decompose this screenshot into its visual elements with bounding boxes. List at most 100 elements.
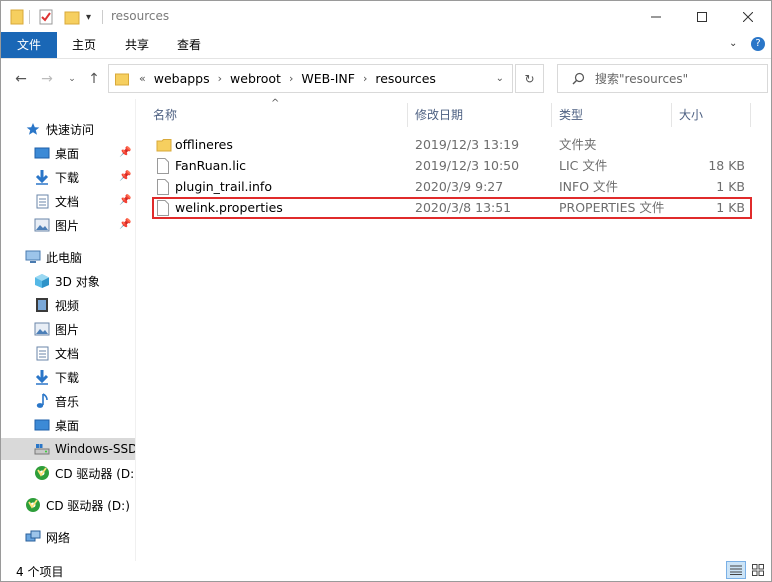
sidebar-item-downloads[interactable]: 下载 xyxy=(34,166,79,188)
crumb-webapps[interactable]: webapps xyxy=(154,71,210,86)
crumb-resources[interactable]: resources xyxy=(375,71,436,86)
file-modified: 2019/12/3 10:50 xyxy=(415,158,520,173)
column-type[interactable]: 类型 xyxy=(551,101,671,129)
crumb-web-inf[interactable]: WEB-INF xyxy=(301,71,355,86)
sidebar-item-cd-drive[interactable]: CD 驱动器 (D: xyxy=(34,462,134,484)
desktop-icon xyxy=(34,145,50,161)
file-name: offlineres xyxy=(175,137,233,152)
sidebar-item-cd-drive-root[interactable]: CD 驱动器 (D:) xyxy=(25,494,130,516)
picture-icon xyxy=(34,217,50,233)
pane-splitter[interactable] xyxy=(135,99,136,561)
sidebar-item-network[interactable]: 网络 xyxy=(25,526,70,548)
sidebar-item-pictures-pc[interactable]: 图片 xyxy=(34,318,79,340)
sidebar-item-documents-pc[interactable]: 文档 xyxy=(34,342,79,364)
tab-share[interactable]: 共享 xyxy=(114,32,160,58)
star-icon xyxy=(25,121,41,137)
large-icons-view-button[interactable] xyxy=(748,561,768,579)
new-folder-icon[interactable] xyxy=(64,8,80,26)
recent-locations-icon[interactable]: ⌄ xyxy=(63,70,81,88)
folder-icon xyxy=(156,137,172,156)
crumb-webroot[interactable]: webroot xyxy=(230,71,281,86)
chevron-right-icon[interactable]: › xyxy=(289,72,293,85)
file-icon xyxy=(157,158,169,177)
address-bar[interactable]: « webapps › webroot › WEB-INF › resource… xyxy=(108,64,513,93)
file-type: LIC 文件 xyxy=(559,158,608,173)
folder-icon xyxy=(10,8,24,26)
back-button[interactable]: ← xyxy=(12,70,30,88)
chevron-right-icon[interactable]: › xyxy=(363,72,367,85)
status-bar: 4 个项目 xyxy=(1,559,771,581)
address-row: ← → ⌄ ↑ « webapps › webroot › WEB-INF › … xyxy=(1,59,771,99)
document-icon xyxy=(34,345,50,361)
tab-view[interactable]: 查看 xyxy=(166,32,212,58)
file-size: 1 KB xyxy=(716,179,745,194)
chevron-down-icon[interactable]: ⌄ xyxy=(496,73,504,84)
maximize-button[interactable] xyxy=(679,1,725,32)
window-title: resources xyxy=(111,9,170,23)
sidebar-item-windows-ssd[interactable]: Windows-SSD xyxy=(1,438,135,460)
music-icon xyxy=(34,393,50,409)
sidebar-item-desktop[interactable]: 桌面 xyxy=(34,142,79,164)
file-row-fanruan-lic[interactable]: FanRuan.lic 2019/12/3 10:50 LIC 文件 18 KB xyxy=(149,155,751,177)
pin-icon[interactable]: 📌 xyxy=(119,171,131,183)
file-modified: 2019/12/3 13:19 xyxy=(415,137,520,152)
network-icon xyxy=(25,529,41,545)
close-button[interactable] xyxy=(725,1,771,32)
file-name: FanRuan.lic xyxy=(175,158,247,173)
column-name[interactable]: 名称 xyxy=(145,101,407,129)
pin-icon[interactable]: 📌 xyxy=(119,195,131,207)
properties-icon[interactable] xyxy=(38,8,54,26)
column-size[interactable]: 大小 xyxy=(671,101,751,129)
column-divider[interactable] xyxy=(750,103,751,127)
tab-file[interactable]: 文件 xyxy=(1,32,57,58)
column-modified[interactable]: 修改日期 xyxy=(407,101,551,129)
navigation-pane: 快速访问 桌面 📌 下载 📌 文档 📌 图片 📌 此电脑 3D 对象 视频 图片… xyxy=(1,99,135,561)
sidebar-item-desktop-pc[interactable]: 桌面 xyxy=(34,414,79,436)
cube-icon xyxy=(34,273,50,289)
title-bar: ▾ resources xyxy=(1,1,771,32)
sidebar-item-documents[interactable]: 文档 xyxy=(34,190,79,212)
search-icon xyxy=(572,72,585,85)
column-header: ^ 名称 修改日期 类型 大小 xyxy=(137,98,751,129)
address-overflow[interactable]: « xyxy=(139,72,146,85)
sidebar-item-quick-access[interactable]: 快速访问 xyxy=(25,118,94,140)
up-button[interactable]: ↑ xyxy=(85,70,103,88)
cd-drive-icon xyxy=(25,497,41,513)
file-type: INFO 文件 xyxy=(559,179,619,194)
help-icon[interactable]: ? xyxy=(751,37,765,51)
sidebar-item-3d-objects[interactable]: 3D 对象 xyxy=(34,270,100,292)
highlight-box xyxy=(152,197,752,219)
sidebar-item-downloads-pc[interactable]: 下载 xyxy=(34,366,79,388)
pin-icon[interactable]: 📌 xyxy=(119,147,131,159)
file-row-offlineres[interactable]: offlineres 2019/12/3 13:19 文件夹 xyxy=(149,134,751,156)
minimize-button[interactable] xyxy=(633,1,679,32)
sidebar-item-music[interactable]: 音乐 xyxy=(34,390,79,412)
ribbon: 文件 主页 共享 查看 ⌄ ? xyxy=(1,32,771,59)
search-input[interactable]: 搜索"resources" xyxy=(557,64,768,93)
item-count: 4 个项目 xyxy=(16,565,64,579)
file-size: 18 KB xyxy=(708,158,745,173)
sidebar-item-this-pc[interactable]: 此电脑 xyxy=(25,246,82,268)
explorer-window: ▾ resources 文件 主页 共享 查看 ⌄ ? ← → ⌄ ↑ « we xyxy=(0,0,772,582)
file-icon xyxy=(157,179,169,198)
file-type: 文件夹 xyxy=(559,137,597,152)
sidebar-item-videos[interactable]: 视频 xyxy=(34,294,79,316)
desktop-icon xyxy=(34,417,50,433)
forward-button[interactable]: → xyxy=(38,70,56,88)
file-row-plugin-trail[interactable]: plugin_trail.info 2020/3/9 9:27 INFO 文件 … xyxy=(149,176,751,198)
chevron-right-icon[interactable]: › xyxy=(218,72,222,85)
pin-icon[interactable]: 📌 xyxy=(119,219,131,231)
tab-home[interactable]: 主页 xyxy=(61,32,107,58)
folder-icon xyxy=(115,72,129,86)
download-icon xyxy=(34,369,50,385)
video-icon xyxy=(34,297,50,313)
refresh-button[interactable]: ↻ xyxy=(515,64,544,93)
details-view-button[interactable] xyxy=(726,561,746,579)
expand-ribbon-icon[interactable]: ⌄ xyxy=(729,38,737,49)
search-placeholder: 搜索"resources" xyxy=(595,72,689,86)
download-icon xyxy=(34,169,50,185)
customize-toolbar-icon[interactable]: ▾ xyxy=(86,8,91,26)
picture-icon xyxy=(34,321,50,337)
sidebar-item-pictures[interactable]: 图片 xyxy=(34,214,79,236)
file-name: plugin_trail.info xyxy=(175,179,272,194)
